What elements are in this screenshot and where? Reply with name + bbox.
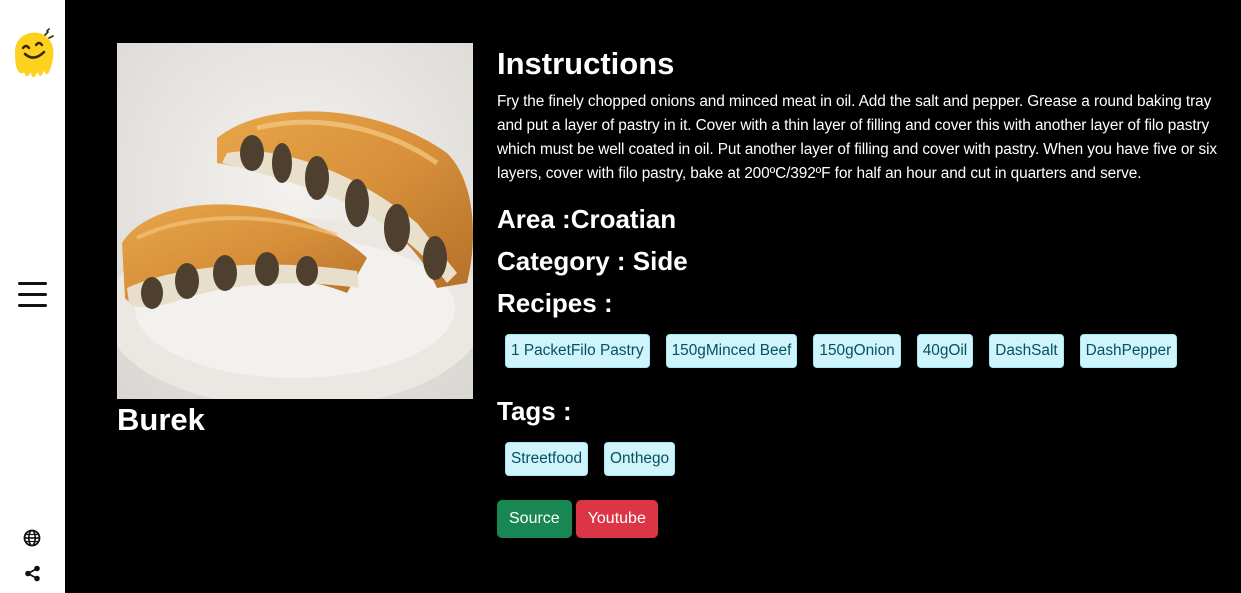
sidebar (0, 0, 65, 593)
tag-chip: Onthego (604, 442, 676, 476)
source-button[interactable]: Source (497, 500, 572, 538)
meal-name: Burek (117, 402, 205, 437)
instructions-heading: Instructions (497, 46, 675, 81)
meal-details: Instructions Fry the finely chopped onio… (497, 45, 1232, 538)
area-line: Area :Croatian (497, 204, 677, 234)
recipes-heading: Recipes : (497, 288, 613, 318)
instructions-text: Fry the finely chopped onions and minced… (497, 93, 1218, 182)
recipe-chip: 40gOil (916, 334, 974, 368)
category-line: Category : Side (497, 246, 688, 276)
smiley-logo-icon[interactable] (9, 28, 57, 80)
meal-photo (117, 43, 473, 399)
recipe-chip: 150gMinced Beef (665, 334, 798, 368)
link-buttons: Source Youtube (497, 500, 1232, 538)
share-icon[interactable] (24, 565, 41, 582)
youtube-button[interactable]: Youtube (575, 500, 658, 538)
tag-chips: Streetfood Onthego (497, 442, 1232, 476)
recipe-chip: 1 PacketFilo Pastry (505, 334, 650, 368)
globe-icon[interactable] (23, 529, 41, 547)
recipe-chip: DashPepper (1079, 334, 1178, 368)
recipe-chip: DashSalt (989, 334, 1064, 368)
hamburger-menu-icon[interactable] (18, 281, 47, 308)
recipe-chips: 1 PacketFilo Pastry 150gMinced Beef 150g… (497, 334, 1232, 368)
recipe-chip: 150gOnion (813, 334, 901, 368)
tag-chip: Streetfood (505, 442, 589, 476)
tags-heading: Tags : (497, 396, 572, 426)
